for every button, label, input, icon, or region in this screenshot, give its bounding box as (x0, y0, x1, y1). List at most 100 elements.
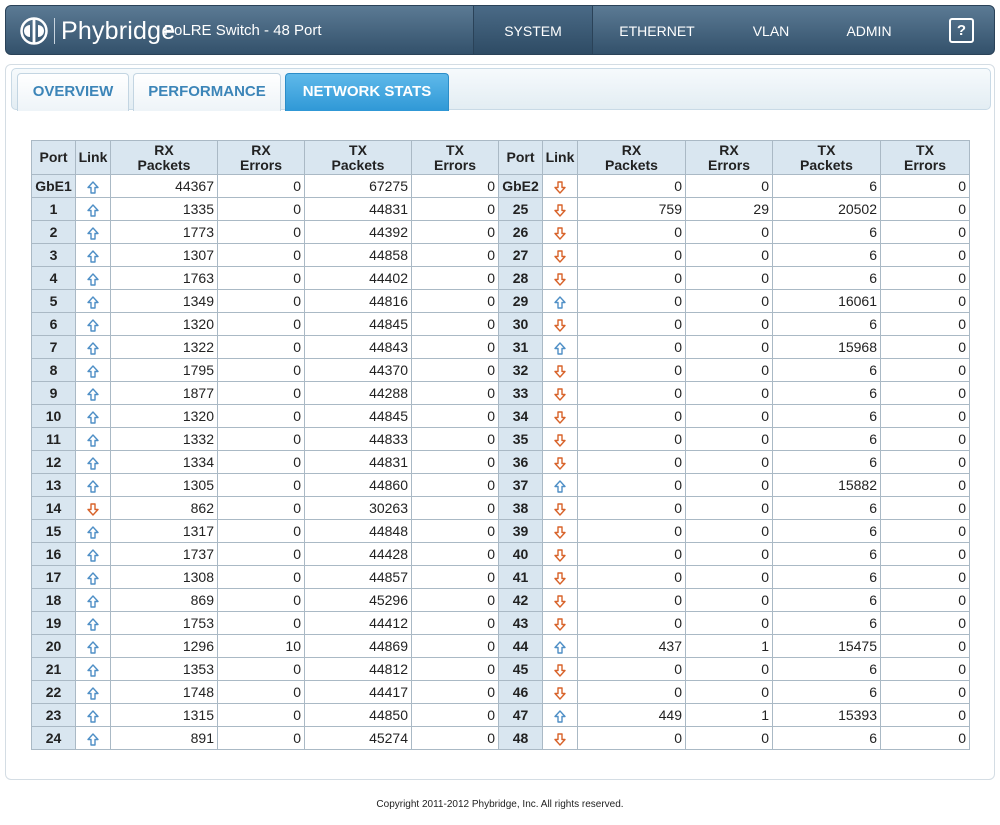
tx-packets-cell: 6 (772, 381, 881, 405)
nav-vlan[interactable]: VLAN (721, 6, 821, 54)
help-button[interactable]: ? (949, 18, 974, 43)
tx-errors-cell: 0 (880, 335, 970, 359)
rx-packets-cell: 44367 (110, 174, 218, 198)
tx-packets-cell: 15968 (772, 335, 881, 359)
link-status-cell (542, 381, 578, 405)
table-row: 24 891 0 45274 0 48 0 0 6 0 (31, 726, 970, 750)
rx-errors-cell: 0 (685, 565, 773, 589)
table-row: 7 1322 0 44843 0 31 0 0 15968 0 (31, 335, 970, 359)
rx-errors-cell: 0 (217, 519, 305, 543)
nav-admin[interactable]: ADMIN (821, 6, 917, 54)
link-status-cell (75, 335, 111, 359)
tab-performance[interactable]: PERFORMANCE (133, 73, 281, 111)
link-down-arrow-icon (554, 457, 566, 470)
link-status-cell (75, 450, 111, 474)
link-down-arrow-icon (554, 526, 566, 539)
link-status-cell (542, 243, 578, 267)
link-status-cell (542, 220, 578, 244)
rx-packets-cell: 0 (577, 381, 686, 405)
table-row: 9 1877 0 44288 0 33 0 0 6 0 (31, 381, 970, 405)
phybridge-logo-icon (20, 17, 48, 45)
tx-packets-cell: 16061 (772, 289, 881, 313)
tab-overview[interactable]: OVERVIEW (17, 73, 129, 111)
column-header: TX Packets (304, 140, 412, 175)
rx-packets-cell: 1353 (110, 657, 218, 681)
table-row: 17 1308 0 44857 0 41 0 0 6 0 (31, 565, 970, 589)
link-up-arrow-icon (554, 641, 566, 654)
link-status-cell (75, 220, 111, 244)
port-cell: 15 (31, 519, 76, 543)
port-cell: 9 (31, 381, 76, 405)
link-status-cell (75, 542, 111, 566)
rx-packets-cell: 437 (577, 634, 686, 658)
link-down-arrow-icon (554, 549, 566, 562)
rx-packets-cell: 0 (577, 542, 686, 566)
rx-errors-cell: 0 (217, 611, 305, 635)
brand-logo[interactable]: Phybridge (20, 16, 175, 46)
link-status-cell (75, 427, 111, 451)
column-header-text: Errors (239, 156, 283, 173)
rx-packets-cell: 449 (577, 703, 686, 727)
tx-errors-cell: 0 (880, 289, 970, 313)
tx-errors-cell: 0 (411, 588, 499, 612)
link-status-cell (542, 680, 578, 704)
rx-packets-cell: 0 (577, 335, 686, 359)
rx-packets-cell: 1773 (110, 220, 218, 244)
tab-network-stats[interactable]: NETWORK STATS (285, 73, 449, 111)
port-cell: 43 (498, 611, 543, 635)
link-down-arrow-icon (554, 227, 566, 240)
tx-errors-cell: 0 (880, 542, 970, 566)
port-cell: 34 (498, 404, 543, 428)
rx-errors-cell: 0 (217, 473, 305, 497)
rx-packets-cell: 0 (577, 588, 686, 612)
port-cell: 4 (31, 266, 76, 290)
link-down-arrow-icon (554, 204, 566, 217)
port-cell: 12 (31, 450, 76, 474)
rx-errors-cell: 10 (217, 634, 305, 658)
table-row: 15 1317 0 44848 0 39 0 0 6 0 (31, 519, 970, 543)
rx-packets-cell: 0 (577, 611, 686, 635)
port-cell: 30 (498, 312, 543, 336)
link-up-arrow-icon (87, 319, 99, 332)
rx-packets-cell: 1317 (110, 519, 218, 543)
tx-errors-cell: 0 (880, 174, 970, 198)
port-cell: 33 (498, 381, 543, 405)
port-cell: 31 (498, 335, 543, 359)
nav-ethernet[interactable]: ETHERNET (593, 6, 721, 54)
rx-errors-cell: 0 (217, 565, 305, 589)
link-up-arrow-icon (87, 273, 99, 286)
rx-errors-cell: 0 (217, 703, 305, 727)
rx-packets-cell: 1753 (110, 611, 218, 635)
tx-packets-cell: 45274 (304, 726, 412, 750)
rx-packets-cell: 0 (577, 312, 686, 336)
tx-packets-cell: 44370 (304, 358, 412, 382)
tx-errors-cell: 0 (411, 404, 499, 428)
rx-packets-cell: 1305 (110, 473, 218, 497)
port-cell: 29 (498, 289, 543, 313)
link-status-cell (75, 565, 111, 589)
link-status-cell (542, 266, 578, 290)
tx-errors-cell: 0 (411, 197, 499, 221)
rx-errors-cell: 0 (217, 197, 305, 221)
column-header-text: TX (916, 141, 934, 158)
rx-packets-cell: 0 (577, 657, 686, 681)
port-cell: 18 (31, 588, 76, 612)
rx-errors-cell: 1 (685, 634, 773, 658)
tx-errors-cell: 0 (880, 243, 970, 267)
port-cell: 26 (498, 220, 543, 244)
column-header-text: Packets (331, 156, 385, 173)
table-row: 16 1737 0 44428 0 40 0 0 6 0 (31, 542, 970, 566)
tx-errors-cell: 0 (880, 657, 970, 681)
link-status-cell (542, 611, 578, 635)
link-up-arrow-icon (87, 457, 99, 470)
nav-system[interactable]: SYSTEM (473, 6, 593, 54)
link-status-cell (542, 473, 578, 497)
table-row: 20 1296 10 44869 0 44 437 1 15475 0 (31, 634, 970, 658)
port-cell: 11 (31, 427, 76, 451)
link-up-arrow-icon (554, 296, 566, 309)
tx-packets-cell: 44417 (304, 680, 412, 704)
link-up-arrow-icon (87, 572, 99, 585)
tx-packets-cell: 6 (772, 427, 881, 451)
tx-errors-cell: 0 (880, 611, 970, 635)
link-status-cell (75, 174, 111, 198)
